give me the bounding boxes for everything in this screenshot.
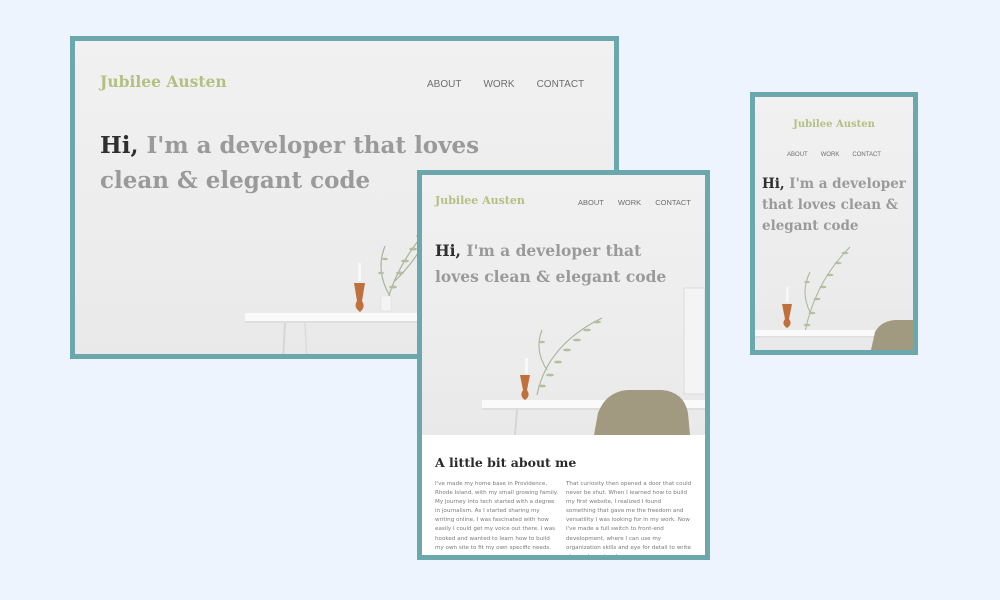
mobile-hero: Jubilee Austen ABOUT WORK CONTACT Hi, I'…	[755, 97, 913, 350]
about-paragraph-2: That curiosity then opened a door that c…	[566, 481, 692, 560]
desktop-logo[interactable]: Jubilee Austen	[100, 72, 227, 91]
about-paragraph-1: I've made my home base in Providence, Rh…	[435, 481, 559, 551]
mobile-scene-illustration	[755, 246, 913, 350]
headline-hi: Hi,	[762, 176, 785, 192]
about-section: A little bit about me I've made my home …	[422, 435, 705, 555]
tablet-hero: Jubilee Austen ABOUT WORK CONTACT Hi, I'…	[422, 175, 705, 435]
plant-icon	[804, 246, 851, 333]
headline-hi: Hi,	[100, 132, 139, 159]
desktop-nav: ABOUT WORK CONTACT	[427, 79, 584, 90]
mobile-logo[interactable]: Jubilee Austen	[755, 119, 913, 130]
tablet-scene-illustration	[482, 287, 705, 435]
desktop-nav-work[interactable]: WORK	[483, 79, 514, 90]
tablet-nav-work[interactable]: WORK	[618, 198, 641, 207]
tablet-nav: ABOUT WORK CONTACT	[578, 198, 691, 207]
plant-icon	[536, 317, 603, 396]
tablet-logo[interactable]: Jubilee Austen	[435, 194, 525, 207]
mobile-mockup: Jubilee Austen ABOUT WORK CONTACT Hi, I'…	[750, 92, 918, 355]
mobile-nav-contact[interactable]: CONTACT	[852, 152, 881, 158]
about-title: A little bit about me	[435, 455, 577, 470]
tablet-mockup: Jubilee Austen ABOUT WORK CONTACT Hi, I'…	[417, 170, 710, 560]
mobile-nav-work[interactable]: WORK	[821, 152, 840, 158]
headline-hi: Hi,	[435, 241, 461, 260]
mobile-headline: Hi, I'm a developer that loves clean & e…	[762, 174, 912, 237]
desktop-nav-contact[interactable]: CONTACT	[537, 79, 585, 90]
tablet-nav-contact[interactable]: CONTACT	[655, 198, 691, 207]
mobile-nav: ABOUT WORK CONTACT	[755, 152, 913, 158]
mobile-nav-about[interactable]: ABOUT	[787, 152, 808, 158]
tablet-nav-about[interactable]: ABOUT	[578, 198, 604, 207]
desktop-nav-about[interactable]: ABOUT	[427, 79, 461, 90]
